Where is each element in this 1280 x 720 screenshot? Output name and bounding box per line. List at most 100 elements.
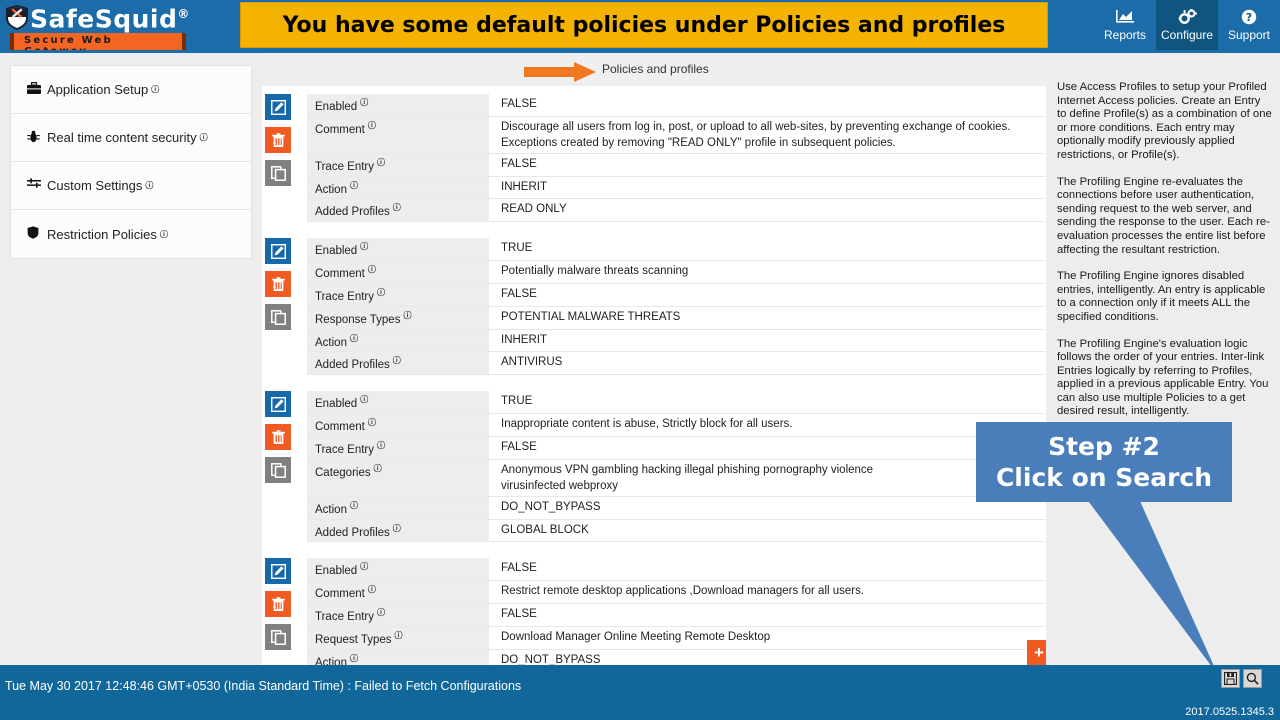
policy-field-label: Action ⓘ: [307, 649, 489, 665]
info-icon[interactable]: ⓘ: [393, 354, 401, 368]
sidebar-menu: Application Setup ⓘ Real time content se…: [10, 65, 252, 259]
status-message: Tue May 30 2017 12:48:46 GMT+0530 (India…: [5, 679, 522, 693]
info-icon[interactable]: ⓘ: [377, 606, 385, 620]
nav-label-reports: Reports: [1103, 27, 1147, 42]
app-root: SafeSquid® Secure Web Gateway You have s…: [0, 0, 1280, 720]
info-icon[interactable]: ⓘ: [350, 499, 358, 513]
policy-field-label: Trace Entry ⓘ: [307, 283, 489, 306]
trash-icon[interactable]: [265, 127, 291, 153]
policy-field-label: Trace Entry ⓘ: [307, 604, 489, 626]
policy-field-label: Trace Entry ⓘ: [307, 153, 489, 176]
field-label-text: Action: [315, 183, 347, 196]
copy-icon[interactable]: [265, 624, 291, 651]
info-icon[interactable]: ⓘ: [368, 263, 376, 277]
info-icon[interactable]: ⓘ: [350, 332, 358, 346]
policy-field-label: Categories ⓘ: [307, 459, 489, 496]
info-icon[interactable]: ⓘ: [368, 119, 376, 133]
edit-icon[interactable]: [265, 558, 291, 585]
field-label-text: Added Profiles: [315, 359, 390, 372]
field-label-text: Enabled: [315, 398, 358, 411]
info-icon[interactable]: ⓘ: [377, 156, 385, 170]
info-icon[interactable]: ⓘ: [350, 652, 358, 665]
version-label: 2017.0525.1345.3: [1185, 706, 1274, 718]
edit-icon[interactable]: [265, 238, 291, 265]
policy-field-label: Enabled ⓘ: [307, 94, 489, 116]
info-icon[interactable]: ⓘ: [151, 84, 159, 95]
search-icon[interactable]: [1243, 669, 1262, 688]
info-icon[interactable]: ⓘ: [360, 96, 368, 110]
nav-item-support[interactable]: ? Support: [1218, 0, 1280, 50]
sidebar-item-custom-settings[interactable]: Custom Settings ⓘ: [11, 162, 251, 210]
info-icon[interactable]: ⓘ: [393, 522, 401, 536]
copy-icon[interactable]: [265, 160, 291, 186]
field-label-text: Comment: [315, 588, 365, 601]
nav-item-configure[interactable]: Configure: [1156, 0, 1218, 50]
info-icon[interactable]: ⓘ: [200, 132, 208, 143]
notification-banner: You have some default policies under Pol…: [240, 2, 1048, 48]
info-icon[interactable]: ⓘ: [350, 179, 358, 193]
top-bar: SafeSquid® Secure Web Gateway You have s…: [0, 0, 1280, 59]
field-label-text: Added Profiles: [315, 526, 390, 539]
entry-actions: [262, 238, 307, 375]
shield-icon: [6, 4, 28, 30]
banner-text: You have some default policies under Pol…: [282, 12, 1006, 38]
field-label-text: Enabled: [315, 100, 358, 113]
help-circle-icon: ?: [1241, 9, 1257, 26]
info-icon[interactable]: ⓘ: [403, 309, 411, 323]
trash-icon[interactable]: [265, 271, 291, 298]
field-label-text: Response Types: [315, 313, 401, 326]
nav-item-reports[interactable]: Reports: [1094, 0, 1156, 50]
bottom-actions: [1221, 669, 1262, 688]
save-floppy-icon[interactable]: [1221, 669, 1240, 688]
sidebar-item-application-setup[interactable]: Application Setup ⓘ: [11, 66, 251, 114]
copy-icon[interactable]: [265, 457, 291, 484]
help-panel: Use Access Profiles to setup your Profil…: [1046, 53, 1280, 665]
callout-line2: Click on Search: [995, 463, 1213, 492]
policy-field-label: Comment ⓘ: [307, 116, 489, 153]
sidebar-label-application-setup: Application Setup: [47, 82, 149, 97]
info-icon[interactable]: ⓘ: [395, 629, 403, 643]
brand-logo[interactable]: SafeSquid® Secure Web Gateway: [0, 0, 240, 59]
trash-icon[interactable]: [265, 424, 291, 451]
callout-step2: Step #2 Click on Search: [976, 422, 1232, 502]
field-label-text: Comment: [315, 420, 365, 433]
info-icon[interactable]: ⓘ: [368, 583, 376, 597]
bug-icon: [27, 130, 45, 146]
field-label-text: Added Profiles: [315, 206, 390, 219]
help-paragraph: The Profiling Engine's evaluation logic …: [1057, 337, 1269, 418]
brand-name: SafeSquid®: [30, 4, 190, 34]
info-icon[interactable]: ⓘ: [377, 286, 385, 300]
policy-field-label: Enabled ⓘ: [307, 238, 489, 261]
policy-field-label: Comment ⓘ: [307, 414, 489, 436]
sidebar-item-restriction-policies[interactable]: Restriction Policies ⓘ: [11, 210, 251, 258]
orange-arrow-icon: [524, 62, 596, 87]
info-icon[interactable]: ⓘ: [360, 393, 368, 407]
info-icon[interactable]: ⓘ: [377, 439, 385, 453]
policy-field-label: Action ⓘ: [307, 176, 489, 199]
policy-field-label: Trace Entry ⓘ: [307, 436, 489, 459]
info-icon[interactable]: ⓘ: [374, 462, 382, 476]
edit-icon[interactable]: [265, 94, 291, 120]
field-label-text: Trace Entry: [315, 160, 375, 173]
gears-icon: [1178, 9, 1197, 26]
info-icon[interactable]: ⓘ: [393, 201, 401, 215]
sidebar-item-real-time-content-security[interactable]: Real time content security ⓘ: [11, 114, 251, 162]
copy-icon[interactable]: [265, 304, 291, 331]
bottom-bar: Tue May 30 2017 12:48:46 GMT+0530 (India…: [0, 665, 1280, 720]
entry-actions: [262, 94, 307, 222]
top-navigation: Reports Configure ? Support: [1094, 0, 1280, 50]
trash-icon[interactable]: [265, 591, 291, 618]
help-paragraph: The Profiling Engine ignores disabled en…: [1057, 270, 1266, 323]
info-icon[interactable]: ⓘ: [360, 240, 368, 254]
help-paragraph: The Profiling Engine re-evaluates the co…: [1057, 175, 1270, 256]
field-label-text: Comment: [315, 123, 365, 136]
info-icon[interactable]: ⓘ: [360, 560, 368, 574]
info-icon[interactable]: ⓘ: [368, 416, 376, 430]
info-icon[interactable]: ⓘ: [160, 229, 168, 240]
field-label-text: Request Types: [315, 633, 392, 646]
policy-field-label: Comment ⓘ: [307, 581, 489, 604]
info-icon[interactable]: ⓘ: [145, 180, 153, 191]
edit-icon[interactable]: [265, 391, 291, 418]
sidebar-label-custom-settings: Custom Settings: [47, 178, 143, 193]
nav-label-configure: Configure: [1160, 27, 1214, 42]
